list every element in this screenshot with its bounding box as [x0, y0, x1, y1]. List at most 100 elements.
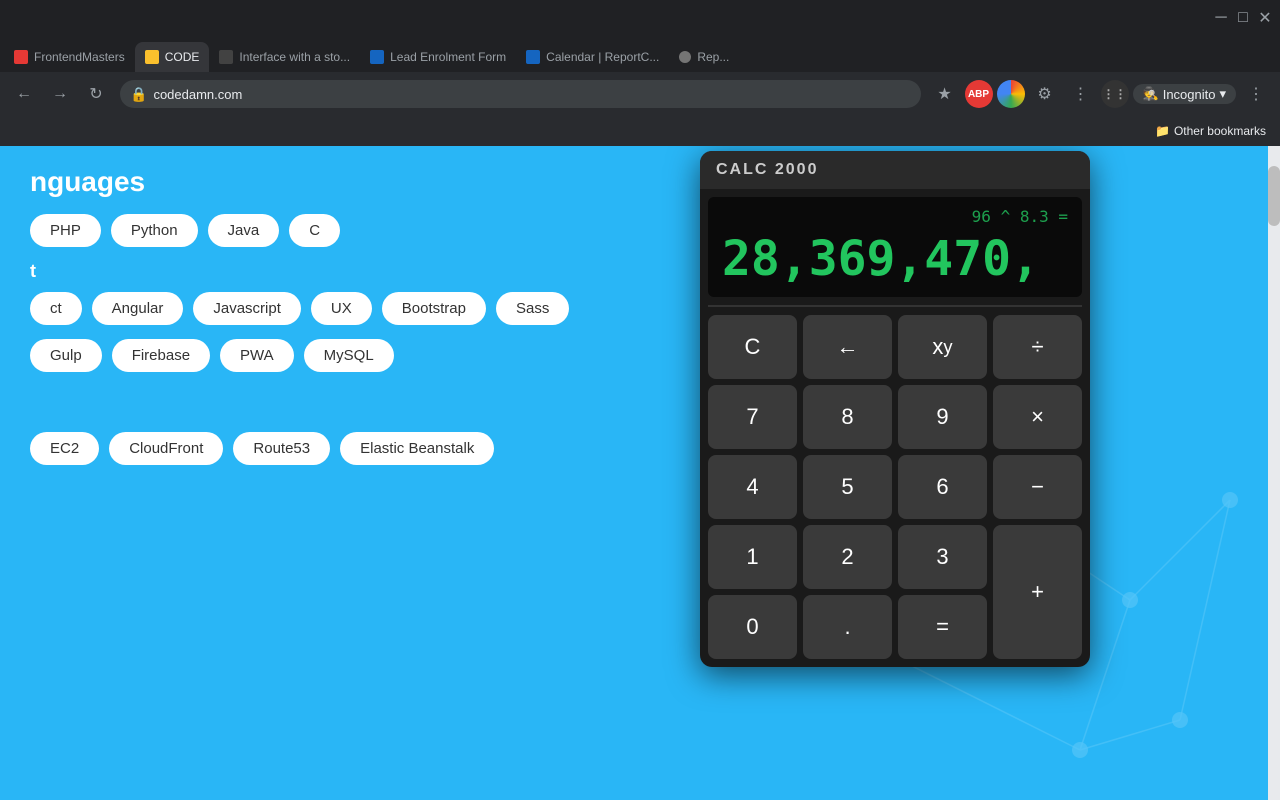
calc-buttons: C ← xy ÷ 7 8 9 × 4 5 6 − 1 2 3 + 0 — [700, 307, 1090, 667]
tag-ec2[interactable]: EC2 — [30, 432, 99, 465]
tab-lead-enrolment[interactable]: Lead Enrolment Form — [360, 42, 516, 72]
tag-bootstrap[interactable]: Bootstrap — [382, 292, 486, 325]
calc-btn-2[interactable]: 2 — [803, 525, 892, 589]
tag-mysql[interactable]: MySQL — [304, 339, 394, 372]
tag-python[interactable]: Python — [111, 214, 198, 247]
calc-btn-9[interactable]: 9 — [898, 385, 987, 449]
calc-btn-backspace[interactable]: ← — [803, 315, 892, 379]
calc-btn-5[interactable]: 5 — [803, 455, 892, 519]
chrome-menu-icon[interactable]: ⋮ — [1240, 78, 1272, 110]
abp-extension-icon[interactable]: ABP — [965, 80, 993, 108]
tag-php[interactable]: PHP — [30, 214, 101, 247]
tag-pwa[interactable]: PWA — [220, 339, 294, 372]
tab-code[interactable]: CODE — [135, 42, 210, 72]
tag-firebase[interactable]: Firebase — [112, 339, 210, 372]
calc-btn-8[interactable]: 8 — [803, 385, 892, 449]
tag-c[interactable]: C — [289, 214, 340, 247]
calc-btn-decimal[interactable]: . — [803, 595, 892, 659]
tab-favicon — [219, 50, 233, 64]
folder-icon: 📁 — [1155, 124, 1170, 138]
calculator-widget: CALC 2000 96 ^ 8.3 = 28,369,470, C ← xy … — [700, 151, 1090, 667]
calc-display: 96 ^ 8.3 = 28,369,470, — [708, 197, 1082, 297]
tab-interface[interactable]: Interface with a sto... — [209, 42, 360, 72]
page-content: nguages PHP Python Java C t ct Angular J… — [0, 146, 1280, 800]
tag-ux[interactable]: UX — [311, 292, 372, 325]
incognito-menu-icon: ▾ — [1219, 86, 1226, 102]
languages-tags: PHP Python Java C — [30, 214, 670, 247]
tab-label: Rep... — [697, 50, 729, 64]
tag-cloudfront[interactable]: CloudFront — [109, 432, 223, 465]
calc-btn-4[interactable]: 4 — [708, 455, 797, 519]
calc-btn-clear[interactable]: C — [708, 315, 797, 379]
bookmark-star-icon[interactable]: ★ — [929, 78, 961, 110]
calc-btn-equals[interactable]: = — [898, 595, 987, 659]
calc-btn-divide[interactable]: ÷ — [993, 315, 1082, 379]
other-bookmarks-label: Other bookmarks — [1174, 124, 1266, 138]
other-bookmarks-button[interactable]: 📁 Other bookmarks — [1149, 122, 1272, 140]
aws-section: EC2 CloudFront Route53 Elastic Beanstalk — [30, 432, 670, 465]
tag-javascript[interactable]: Javascript — [193, 292, 301, 325]
calc-title: CALC 2000 — [716, 161, 818, 179]
scrollbar-thumb[interactable] — [1268, 166, 1280, 226]
tools-tags: Gulp Firebase PWA MySQL — [30, 339, 670, 372]
maximize-button[interactable]: □ — [1236, 11, 1250, 25]
scrollbar-track[interactable] — [1268, 146, 1280, 800]
frontend-label: t — [30, 261, 670, 282]
incognito-label: Incognito — [1163, 87, 1216, 102]
tabs-bar: FrontendMasters CODE Interface with a st… — [0, 36, 1280, 72]
tag-java[interactable]: Java — [208, 214, 280, 247]
apps-icon[interactable]: ⋮⋮ — [1101, 80, 1129, 108]
toolbar: ← → ↻ 🔒 codedamn.com ★ ABP ⚙ ⋮ ⋮⋮ 🕵 Inco… — [0, 72, 1280, 116]
chrome-icon[interactable] — [997, 80, 1025, 108]
calc-btn-multiply[interactable]: × — [993, 385, 1082, 449]
tab-rep[interactable]: Rep... — [669, 42, 739, 72]
url-text: codedamn.com — [153, 87, 242, 102]
tab-frontendmasters[interactable]: FrontendMasters — [4, 42, 135, 72]
calc-btn-1[interactable]: 1 — [708, 525, 797, 589]
lock-icon: 🔒 — [130, 86, 147, 103]
tab-favicon — [370, 50, 384, 64]
tab-favicon — [679, 51, 691, 63]
tab-favicon — [145, 50, 159, 64]
refresh-button[interactable]: ↻ — [80, 78, 112, 110]
tag-elastic-beanstalk[interactable]: Elastic Beanstalk — [340, 432, 494, 465]
window-controls: ─ □ ✕ — [1214, 11, 1272, 25]
calc-btn-power[interactable]: xy — [898, 315, 987, 379]
incognito-button[interactable]: 🕵 Incognito ▾ — [1133, 84, 1236, 104]
back-button[interactable]: ← — [8, 78, 40, 110]
forward-button[interactable]: → — [44, 78, 76, 110]
nav-buttons: ← → ↻ — [8, 78, 112, 110]
tag-ct[interactable]: ct — [30, 292, 82, 325]
languages-heading: nguages — [30, 166, 670, 198]
tab-label: CODE — [165, 50, 200, 64]
incognito-icon: 🕵 — [1143, 86, 1159, 102]
title-bar: ─ □ ✕ — [0, 0, 1280, 36]
calc-btn-7[interactable]: 7 — [708, 385, 797, 449]
calc-btn-0[interactable]: 0 — [708, 595, 797, 659]
calc-expression: 96 ^ 8.3 = — [722, 207, 1068, 226]
close-button[interactable]: ✕ — [1258, 11, 1272, 25]
abp-label: ABP — [968, 89, 989, 100]
extensions-icon[interactable]: ⋮ — [1065, 78, 1097, 110]
calc-btn-3[interactable]: 3 — [898, 525, 987, 589]
calc-result: 28,369,470, — [722, 231, 1068, 287]
tab-calendar[interactable]: Calendar | ReportC... — [516, 42, 669, 72]
page-text: nguages PHP Python Java C t ct Angular J… — [0, 146, 700, 499]
tab-favicon — [526, 50, 540, 64]
minimize-button[interactable]: ─ — [1214, 11, 1228, 25]
calc-btn-subtract[interactable]: − — [993, 455, 1082, 519]
tab-label: Lead Enrolment Form — [390, 50, 506, 64]
languages-section: nguages PHP Python Java C — [30, 166, 670, 247]
tag-sass[interactable]: Sass — [496, 292, 569, 325]
settings-icon[interactable]: ⚙ — [1029, 78, 1061, 110]
tab-label: Calendar | ReportC... — [546, 50, 659, 64]
calc-btn-6[interactable]: 6 — [898, 455, 987, 519]
tag-angular[interactable]: Angular — [92, 292, 184, 325]
calc-btn-add[interactable]: + — [993, 525, 1082, 659]
address-bar[interactable]: 🔒 codedamn.com — [120, 80, 921, 108]
calc-title-bar: CALC 2000 — [700, 151, 1090, 189]
aws-tags: EC2 CloudFront Route53 Elastic Beanstalk — [30, 432, 670, 465]
tag-gulp[interactable]: Gulp — [30, 339, 102, 372]
tag-route53[interactable]: Route53 — [233, 432, 330, 465]
browser-frame: ─ □ ✕ FrontendMasters CODE Interface wit… — [0, 0, 1280, 800]
